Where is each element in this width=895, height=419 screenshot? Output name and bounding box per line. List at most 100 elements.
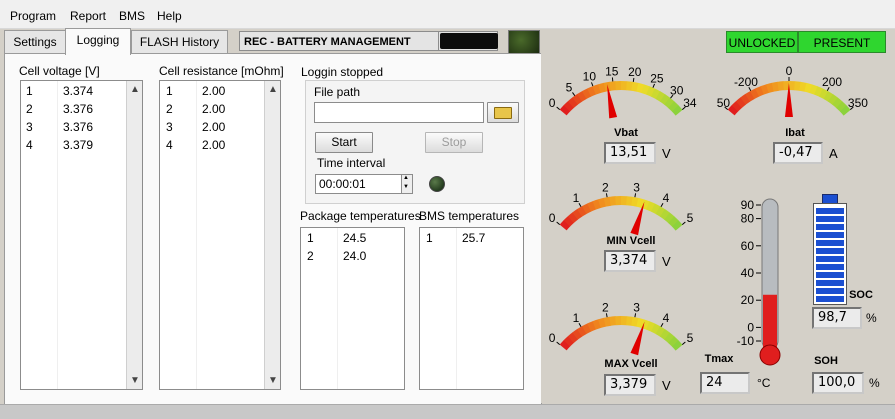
gauge-tick-label: 3 (633, 180, 640, 194)
ibat-unit: A (829, 146, 838, 161)
menu-bar: Program Report BMS Help (0, 0, 895, 29)
menu-bms[interactable]: BMS (119, 9, 145, 23)
ibat-gauge: 350-2000200350 (717, 53, 877, 133)
status-led-indicator (508, 30, 540, 54)
gauge-tick-label: 5 (566, 81, 573, 95)
gauge-tick-label: 0 (786, 64, 793, 78)
gauge-tick-label: 1 (573, 191, 580, 205)
list-item: 1 (307, 229, 314, 247)
redacted-block (440, 33, 498, 49)
time-interval-input[interactable]: 00:00:01 (315, 174, 402, 194)
package-temps-label: Package temperatures (300, 209, 421, 223)
tmax-value: 24 (700, 372, 750, 394)
gauge-tick-label: 350 (717, 96, 730, 110)
gauge-tick (557, 222, 560, 225)
menu-help[interactable]: Help (157, 9, 182, 23)
list-item: 4 (166, 136, 173, 154)
max-vcell-gauge: 012345 (549, 288, 709, 368)
gauge-tick-label: 350 (848, 96, 868, 110)
cell-voltage-label: Cell voltage [V] (19, 64, 100, 78)
folder-icon (494, 107, 512, 119)
list-item-value: 2.00 (202, 136, 225, 154)
cell-voltage-list[interactable]: 1 3.374 2 3.376 3 3.376 4 3.379 ▲ ▼ (20, 80, 143, 390)
bms-temps-list[interactable]: 1 25.7 (419, 227, 524, 390)
soc-battery-gauge (813, 203, 847, 305)
tmax-unit: °C (757, 376, 770, 390)
gauge-tick-label: 5 (687, 331, 694, 345)
scroll-up-icon[interactable]: ▲ (130, 84, 140, 95)
app-title: REC - BATTERY MANAGEMENT (239, 31, 439, 51)
scroll-up-icon[interactable]: ▲ (268, 84, 278, 95)
stop-button[interactable]: Stop (425, 132, 483, 153)
soc-segment (816, 232, 844, 238)
list-item-value: 3.374 (63, 82, 93, 100)
thermometer-tick-label: 80 (741, 212, 755, 226)
list-item-value: 2.00 (202, 82, 225, 100)
gauge-tick-label: 15 (605, 64, 619, 78)
thermometer-bulb (760, 345, 780, 365)
browse-button[interactable] (487, 102, 519, 123)
start-button[interactable]: Start (315, 132, 373, 153)
file-path-input[interactable] (314, 102, 484, 123)
gauge-tick-label: 3 (633, 300, 640, 314)
soc-segment (816, 216, 844, 222)
gauge-tick-label: 1 (573, 311, 580, 325)
gauge-tick-label: 0 (549, 96, 556, 110)
cell-resistance-label: Cell resistance [mOhm] (159, 64, 284, 78)
min-vcell-value: 3,374 (604, 250, 656, 272)
scroll-down-icon[interactable]: ▼ (130, 375, 140, 386)
stepper-up-icon[interactable]: ▲ (403, 175, 409, 181)
list-item-value: 2.00 (202, 100, 225, 118)
tab-settings[interactable]: Settings (4, 30, 66, 53)
tmax-thermometer: 90806040200-10 (716, 191, 791, 371)
soc-unit: % (866, 311, 877, 325)
list-item: 2 (26, 100, 33, 118)
max-vcell-unit: V (662, 378, 671, 393)
soc-segment (816, 248, 844, 254)
list-item-value: 2.00 (202, 118, 225, 136)
present-indicator: PRESENT (798, 31, 886, 53)
gauge-tick-label: 2 (602, 180, 609, 194)
gauge-tick (682, 222, 685, 225)
bms-temps-label: BMS temperatures (419, 209, 519, 223)
gauge-tick-label: 4 (663, 311, 670, 325)
gauge-tick-label: 5 (687, 211, 694, 225)
package-temps-list[interactable]: 1 24.5 2 24.0 (300, 227, 405, 390)
interval-stepper[interactable]: ▲ ▼ (401, 174, 413, 194)
min-vcell-unit: V (662, 254, 671, 269)
scrollbar[interactable]: ▲ ▼ (264, 81, 280, 389)
cell-resistance-list[interactable]: 1 2.00 2 2.00 3 2.00 4 2.00 ▲ ▼ (159, 80, 281, 390)
vbat-value: 13,51 (604, 142, 656, 164)
gauge-tick-label: 10 (583, 70, 597, 84)
scroll-down-icon[interactable]: ▼ (268, 375, 278, 386)
thermometer-tick-label: 90 (741, 198, 755, 212)
list-item-value: 25.7 (462, 229, 485, 247)
logging-panel: Cell voltage [V] 1 3.374 2 3.376 3 3.376… (4, 53, 542, 405)
soc-segment (816, 240, 844, 246)
list-item: 1 (166, 82, 173, 100)
gauge-tick-label: 2 (602, 300, 609, 314)
max-vcell-value: 3,379 (604, 374, 656, 396)
gauge-tick-label: -200 (734, 75, 758, 89)
list-item: 2 (307, 247, 314, 265)
menu-report[interactable]: Report (70, 9, 106, 23)
gauge-tick-label: 30 (670, 83, 684, 97)
status-bar (0, 404, 895, 419)
thermometer-tick-label: 40 (741, 266, 755, 280)
scrollbar[interactable]: ▲ ▼ (126, 81, 142, 389)
soc-segment (816, 264, 844, 270)
min-vcell-title: MIN Vcell (596, 235, 666, 247)
menu-program[interactable]: Program (10, 9, 56, 23)
stepper-down-icon[interactable]: ▼ (403, 184, 409, 190)
gauge-tick (572, 92, 574, 95)
soh-title: SOH (809, 355, 843, 367)
tab-logging[interactable]: Logging (65, 28, 131, 55)
logging-status: Loggin stopped (301, 65, 383, 79)
vbat-gauge: 05101520253034 (549, 53, 709, 133)
thermometer-tick-label: 20 (741, 293, 755, 307)
soc-segment (816, 288, 844, 294)
soc-value: 98,7 (812, 307, 862, 329)
list-item: 1 (26, 82, 33, 100)
tab-flash-history[interactable]: FLASH History (131, 30, 228, 53)
list-item: 1 (426, 229, 433, 247)
